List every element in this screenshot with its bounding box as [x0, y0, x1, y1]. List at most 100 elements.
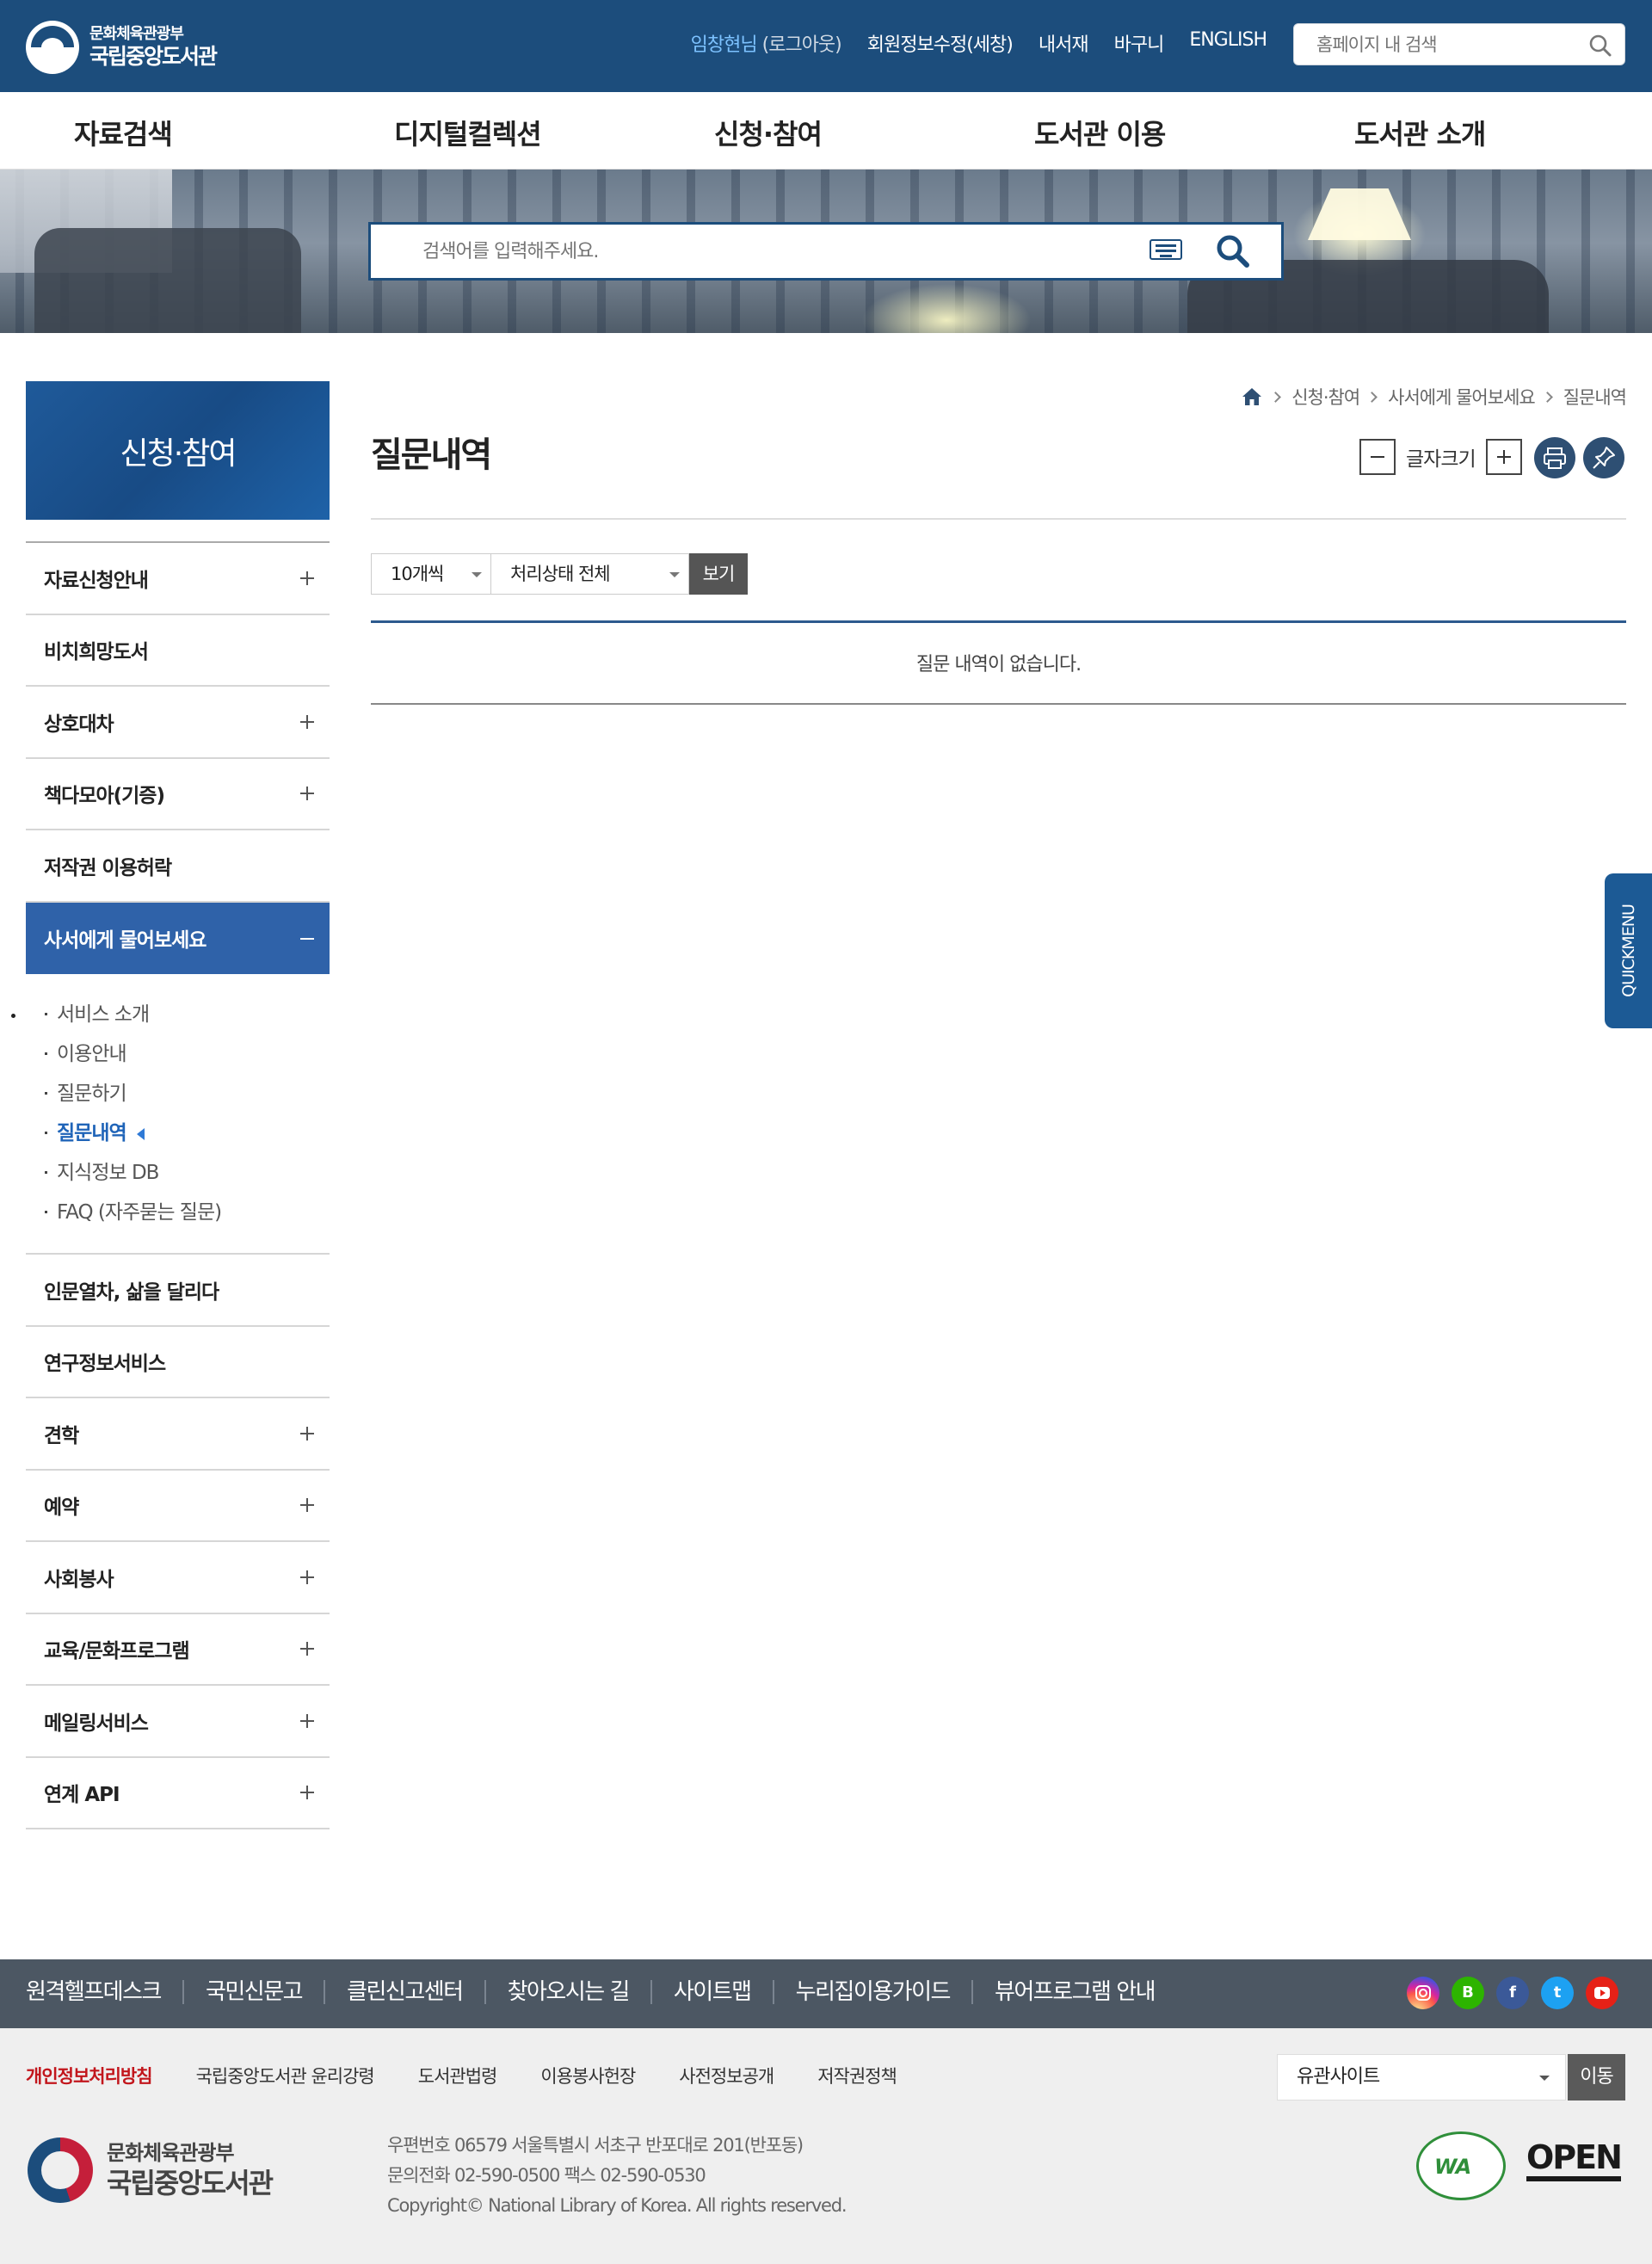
submenu-item-question-history[interactable]: 질문내역 — [45, 1113, 330, 1153]
policy-links: 개인정보처리방침 국립중앙도서관 윤리강령 도서관법령 이용봉사헌장 사전정보공… — [26, 2063, 940, 2088]
facebook-icon[interactable]: f — [1496, 1977, 1529, 2009]
cart-link[interactable]: 바구니 — [1114, 29, 1165, 57]
logout-link[interactable]: (로그아웃) — [762, 34, 842, 56]
gnb-item-digital-collection[interactable]: 디지털컬렉션 — [394, 113, 542, 152]
copyright-policy-link[interactable]: 저작권정책 — [817, 2063, 897, 2088]
top-bar: 문화체육관광부 국립중앙도서관 임창현님 (로그아웃) 회원정보수정(세창) 내… — [0, 0, 1652, 92]
plus-icon — [300, 1786, 314, 1800]
footer-link-sitemap[interactable]: 사이트맵 — [650, 1980, 773, 2004]
sidebar-item-interlibrary-loan[interactable]: 상호대차 — [26, 687, 330, 759]
submenu-item-faq[interactable]: FAQ (자주묻는 질문) — [45, 1193, 330, 1232]
sidebar-item-tour[interactable]: 견학 — [26, 1398, 330, 1471]
list-top-border — [371, 620, 1626, 623]
gnb-item-search[interactable]: 자료검색 — [74, 113, 173, 152]
gnb-item-library-about[interactable]: 도서관 소개 — [1354, 113, 1486, 152]
logo-emblem-icon — [26, 21, 79, 74]
sidebar-item-education[interactable]: 교육/문화프로그램 — [26, 1614, 330, 1686]
sidebar-item-api[interactable]: 연계 API — [26, 1758, 330, 1829]
pin-icon — [1593, 447, 1615, 469]
logo[interactable]: 문화체육관광부 국립중앙도서관 — [26, 21, 218, 74]
related-sites-select[interactable]: 유관사이트 — [1277, 2054, 1566, 2101]
instagram-icon[interactable] — [1407, 1977, 1439, 2009]
home-icon[interactable] — [1241, 386, 1263, 407]
plus-icon — [300, 571, 314, 585]
emblem-icon — [28, 2138, 93, 2203]
catalog-search-input[interactable] — [371, 225, 1111, 278]
user-name: 임창현님 — [690, 34, 758, 56]
chevron-right-icon — [1541, 391, 1553, 403]
sidebar-item-mailing[interactable]: 메일링서비스 — [26, 1686, 330, 1758]
list-bottom-border — [371, 703, 1626, 705]
per-page-select[interactable]: 10개씩 — [371, 553, 491, 595]
keyboard-icon[interactable] — [1150, 239, 1182, 260]
submenu-item-knowledge-db[interactable]: 지식정보 DB — [45, 1153, 330, 1193]
logo-ministry: 문화체육관광부 — [89, 25, 184, 44]
user-status: 임창현님 (로그아웃) — [690, 29, 842, 57]
go-button[interactable]: 이동 — [1568, 2054, 1625, 2101]
info-disclosure-link[interactable]: 사전정보공개 — [679, 2063, 774, 2088]
sidebar-item-humanities-train[interactable]: 인문열차, 삶을 달리다 — [26, 1255, 330, 1327]
kogl-open-badge-icon: OPEN — [1526, 2138, 1626, 2190]
english-link[interactable]: ENGLISH — [1189, 29, 1267, 57]
footer-info: 개인정보처리방침 국립중앙도서관 윤리강령 도서관법령 이용봉사헌장 사전정보공… — [0, 2028, 1652, 2264]
font-decrease-button[interactable] — [1359, 439, 1396, 475]
member-edit-link[interactable]: 회원정보수정(세창) — [867, 29, 1014, 57]
privacy-policy-link[interactable]: 개인정보처리방침 — [26, 2063, 153, 2088]
plus-icon — [300, 1713, 314, 1728]
sidebar-submenu: 서비스 소개 이용안내 질문하기 질문내역 지식정보 DB FAQ (자주묻는 … — [26, 974, 330, 1255]
footer-link-clean-center[interactable]: 클린신고센터 — [324, 1980, 484, 2004]
breadcrumb-item[interactable]: 사서에게 물어보세요 — [1388, 384, 1536, 410]
ethics-link[interactable]: 국립중앙도서관 윤리강령 — [196, 2063, 375, 2088]
print-icon — [1544, 447, 1566, 469]
plus-icon — [300, 787, 314, 801]
sidebar-item-reservation[interactable]: 예약 — [26, 1471, 330, 1542]
copyright-text: Copyright© National Library of Korea. Al… — [387, 2195, 848, 2216]
sidebar-item-research-info[interactable]: 연구정보서비스 — [26, 1327, 330, 1398]
font-size-label: 글자크기 — [1406, 448, 1476, 471]
footer-links-bar: 원격헬프데스크 국민신문고 클린신고센터 찾아오시는 길 사이트맵 누리집이용가… — [0, 1959, 1652, 2028]
footer-logo: 문화체육관광부 국립중앙도서관 — [28, 2138, 274, 2203]
sidebar-item-material-request[interactable]: 자료신청안내 — [26, 543, 330, 615]
blog-icon[interactable]: B — [1452, 1977, 1484, 2009]
print-button[interactable] — [1534, 437, 1575, 478]
footer-link-directions[interactable]: 찾아오시는 길 — [484, 1980, 650, 2004]
breadcrumb-item[interactable]: 신청·참여 — [1291, 384, 1360, 410]
submenu-item-guide[interactable]: 이용안내 — [45, 1034, 330, 1074]
status-select[interactable]: 처리상태 전체 — [491, 553, 689, 595]
sidebar-item-donation[interactable]: 책다모아(기증) — [26, 759, 330, 830]
title-divider — [371, 518, 1626, 520]
main-nav: 자료검색 디지털컬렉션 신청·참여 도서관 이용 도서관 소개 — [0, 92, 1652, 170]
sidebar-item-copyright[interactable]: 저작권 이용허락 — [26, 830, 330, 903]
gnb-item-application[interactable]: 신청·참여 — [714, 113, 823, 152]
footer-link-viewer[interactable]: 뷰어프로그램 안내 — [971, 1980, 1176, 2004]
site-search-input[interactable] — [1294, 24, 1569, 65]
share-button[interactable] — [1583, 437, 1624, 478]
gnb-item-library-use[interactable]: 도서관 이용 — [1034, 113, 1166, 152]
submenu-item-ask[interactable]: 질문하기 — [45, 1074, 330, 1113]
footer-link-epeople[interactable]: 국민신문고 — [182, 1980, 324, 2004]
font-increase-button[interactable] — [1485, 439, 1522, 475]
view-button[interactable]: 보기 — [689, 553, 748, 595]
twitter-icon[interactable]: t — [1541, 1977, 1574, 2009]
plus-icon — [300, 1498, 314, 1513]
utility-nav: 임창현님 (로그아웃) 회원정보수정(세창) 내서재 바구니 ENGLISH — [691, 29, 1267, 57]
footer-link-remote-help[interactable]: 원격헬프데스크 — [26, 1980, 182, 2004]
phone-text: 문의전화 02-590-0500 팩스 02-590-0530 — [387, 2165, 706, 2186]
sidebar-item-ask-librarian[interactable]: 사서에게 물어보세요 — [26, 902, 330, 974]
my-library-link[interactable]: 내서재 — [1039, 29, 1089, 57]
sidebar-item-volunteer[interactable]: 사회봉사 — [26, 1542, 330, 1614]
breadcrumb-current: 질문내역 — [1563, 387, 1627, 408]
search-icon[interactable] — [1588, 34, 1612, 58]
footer-link-site-guide[interactable]: 누리집이용가이드 — [772, 1980, 971, 2004]
logo-library: 국립중앙도서관 — [89, 43, 218, 69]
service-charter-link[interactable]: 이용봉사헌장 — [540, 2063, 636, 2088]
plus-icon — [300, 1642, 314, 1656]
library-law-link[interactable]: 도서관법령 — [418, 2063, 498, 2088]
plus-icon — [300, 714, 314, 729]
plus-icon — [300, 1570, 314, 1584]
youtube-icon[interactable] — [1586, 1977, 1618, 2009]
quick-menu-tab[interactable]: QUICKMENU — [1605, 873, 1652, 1028]
search-icon[interactable] — [1214, 232, 1252, 270]
submenu-item-service-intro[interactable]: 서비스 소개 — [45, 995, 330, 1034]
sidebar-item-wish-book[interactable]: 비치희망도서 — [26, 615, 330, 687]
